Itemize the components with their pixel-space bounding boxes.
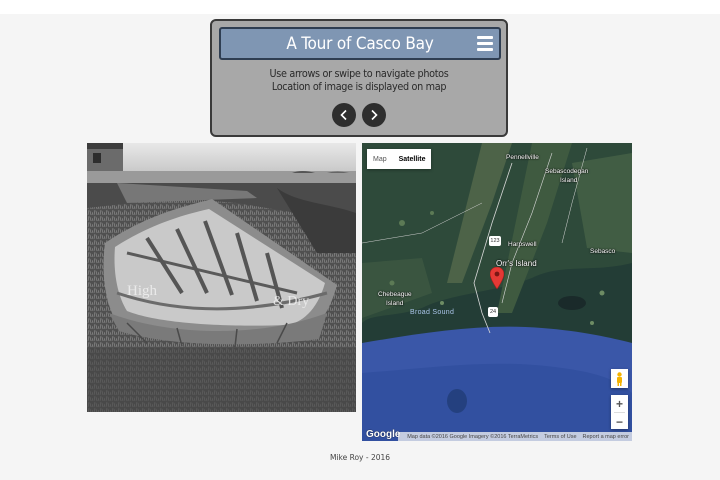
map-label-sebascodegan: Sebascodegan bbox=[545, 168, 589, 175]
location-map[interactable]: Map Satellite Pennellville Sebascodegan … bbox=[362, 143, 632, 441]
pegman-icon[interactable] bbox=[611, 369, 628, 388]
previous-photo-button[interactable] bbox=[332, 103, 356, 127]
zoom-control: + − bbox=[611, 395, 628, 429]
map-attribution-bar: Map data ©2016 Google Imagery ©2016 Terr… bbox=[398, 432, 632, 441]
photo-overlay-text-right: & Dry bbox=[273, 294, 309, 309]
chevron-right-icon bbox=[371, 109, 378, 121]
chevron-left-icon bbox=[340, 109, 347, 121]
map-type-toggle: Map Satellite bbox=[367, 149, 432, 169]
route-24-shield: 24 bbox=[488, 307, 498, 317]
footer-credit: Mike Roy - 2016 bbox=[329, 453, 391, 462]
page-title: A Tour of Casco Bay bbox=[286, 33, 434, 54]
google-logo[interactable]: Google bbox=[366, 429, 400, 440]
instruction-line-1: Use arrows or swipe to navigate photos bbox=[269, 68, 449, 80]
terms-of-use-link[interactable]: Terms of Use bbox=[544, 434, 576, 440]
next-photo-button[interactable] bbox=[362, 103, 386, 127]
map-label-pennellville: Pennellville bbox=[506, 154, 539, 161]
map-label-sebasco: Sebasco bbox=[590, 248, 616, 255]
route-123-shield: 123 bbox=[489, 236, 501, 246]
hamburger-icon[interactable] bbox=[477, 36, 493, 51]
map-label-chebeague: Chebeague bbox=[378, 291, 412, 298]
tour-photo[interactable]: High & Dry bbox=[87, 143, 356, 412]
title-bar: A Tour of Casco Bay bbox=[219, 27, 501, 60]
map-label-chebeague-island: Island bbox=[386, 300, 404, 307]
report-map-error-link[interactable]: Report a map error bbox=[583, 434, 629, 440]
map-pin-icon[interactable] bbox=[490, 267, 504, 289]
map-label-broad-sound: Broad Sound bbox=[410, 309, 455, 316]
map-attribution: Map data ©2016 Google Imagery ©2016 Terr… bbox=[407, 433, 539, 440]
map-type-map[interactable]: Map bbox=[367, 149, 393, 169]
map-label-harpswell: Harpswell bbox=[508, 241, 537, 248]
boat-photo-image: High & Dry bbox=[87, 143, 356, 412]
zoom-in-button[interactable]: + bbox=[611, 395, 628, 412]
instructions: Use arrows or swipe to navigate photos L… bbox=[224, 68, 494, 94]
instruction-line-2: Location of image is displayed on map bbox=[271, 81, 447, 93]
zoom-out-button[interactable]: − bbox=[611, 413, 628, 430]
photo-overlay-text-left: High bbox=[127, 283, 158, 299]
map-type-satellite[interactable]: Satellite bbox=[393, 149, 432, 169]
map-label-sebascodegan-island: Island bbox=[560, 177, 578, 184]
header-panel: A Tour of Casco Bay Use arrows or swipe … bbox=[210, 19, 508, 137]
